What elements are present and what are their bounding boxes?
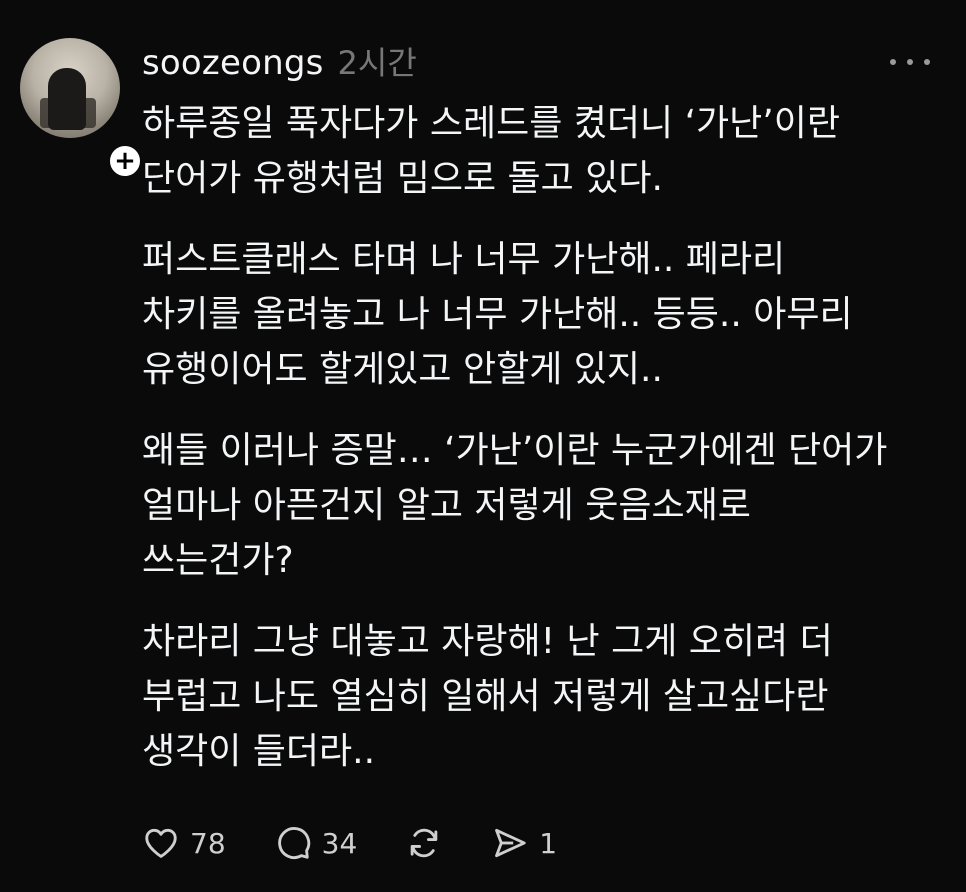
post-text-line: 단어가 유행처럼 밈으로 돌고 있다.: [142, 158, 663, 199]
share-count: 1: [539, 826, 558, 860]
post-text-line: 퍼스트클래스 타며 나 너무 가난해.. 페라리: [142, 239, 786, 280]
thread-post: + soozeongs 2시간 하루종일 푹자다가 스레드를 켰더니 ‘가난’이…: [0, 0, 966, 892]
post-paragraph-1: 하루종일 푹자다가 스레드를 켰더니 ‘가난’이란 단어가 유행처럼 밈으로 돌…: [142, 96, 952, 206]
post-text-line: 얼마나 아픈건지 알고 저렇게 웃음소재로: [142, 485, 751, 526]
comment-count: 34: [321, 826, 358, 860]
post-body: 하루종일 푹자다가 스레드를 켰더니 ‘가난’이란 단어가 유행처럼 밈으로 돌…: [142, 96, 952, 805]
comment-icon: [277, 827, 310, 859]
post-text-line: 차키를 올려놓고 나 너무 가난해.. 등등.. 아무리: [142, 294, 853, 335]
like-button[interactable]: 78: [142, 824, 226, 862]
heart-icon: [145, 828, 177, 858]
post-text-line: 쓰는건가?: [142, 540, 294, 581]
avatar-container[interactable]: +: [20, 38, 144, 180]
avatar-photo-figure: [48, 68, 86, 130]
repost-button[interactable]: [405, 824, 443, 862]
post-text-line: 생각이 들더라..: [142, 731, 376, 772]
post-text-line: 왜들 이러나 증말… ‘가난’이란 누군가에겐 단어가: [142, 430, 888, 471]
post-text-line: 부럽고 나도 열심히 일해서 저렇게 살고싶다란: [142, 676, 829, 717]
repost-icon: [410, 828, 438, 858]
post-paragraph-4: 차라리 그냥 대놓고 자랑해! 난 그게 오히려 더 부럽고 나도 열심히 일해…: [142, 614, 952, 779]
share-button[interactable]: 1: [491, 824, 557, 862]
more-options-icon[interactable]: [890, 52, 930, 72]
send-icon: [495, 828, 526, 858]
action-bar: 78 34 1: [142, 818, 605, 868]
more-dot: [890, 59, 896, 65]
more-dot: [907, 59, 913, 65]
post-text-line: 하루종일 푹자다가 스레드를 켰더니 ‘가난’이란: [142, 103, 840, 144]
like-count: 78: [190, 826, 226, 860]
post-text-line: 차라리 그냥 대놓고 자랑해! 난 그게 오히려 더: [142, 621, 833, 662]
post-paragraph-3: 왜들 이러나 증말… ‘가난’이란 누군가에겐 단어가 얼마나 아픈건지 알고 …: [142, 423, 952, 588]
post-text-line: 유행이어도 할게있고 안할게 있지..: [142, 349, 663, 390]
timestamp[interactable]: 2시간: [338, 38, 417, 84]
username-link[interactable]: soozeongs: [142, 43, 324, 83]
comment-button[interactable]: 34: [274, 824, 358, 862]
avatar[interactable]: [20, 38, 120, 138]
follow-plus-button[interactable]: +: [106, 142, 144, 180]
post-header: soozeongs 2시간: [142, 38, 417, 86]
more-dot: [924, 59, 930, 65]
post-paragraph-2: 퍼스트클래스 타며 나 너무 가난해.. 페라리 차키를 올려놓고 나 너무 가…: [142, 232, 952, 397]
